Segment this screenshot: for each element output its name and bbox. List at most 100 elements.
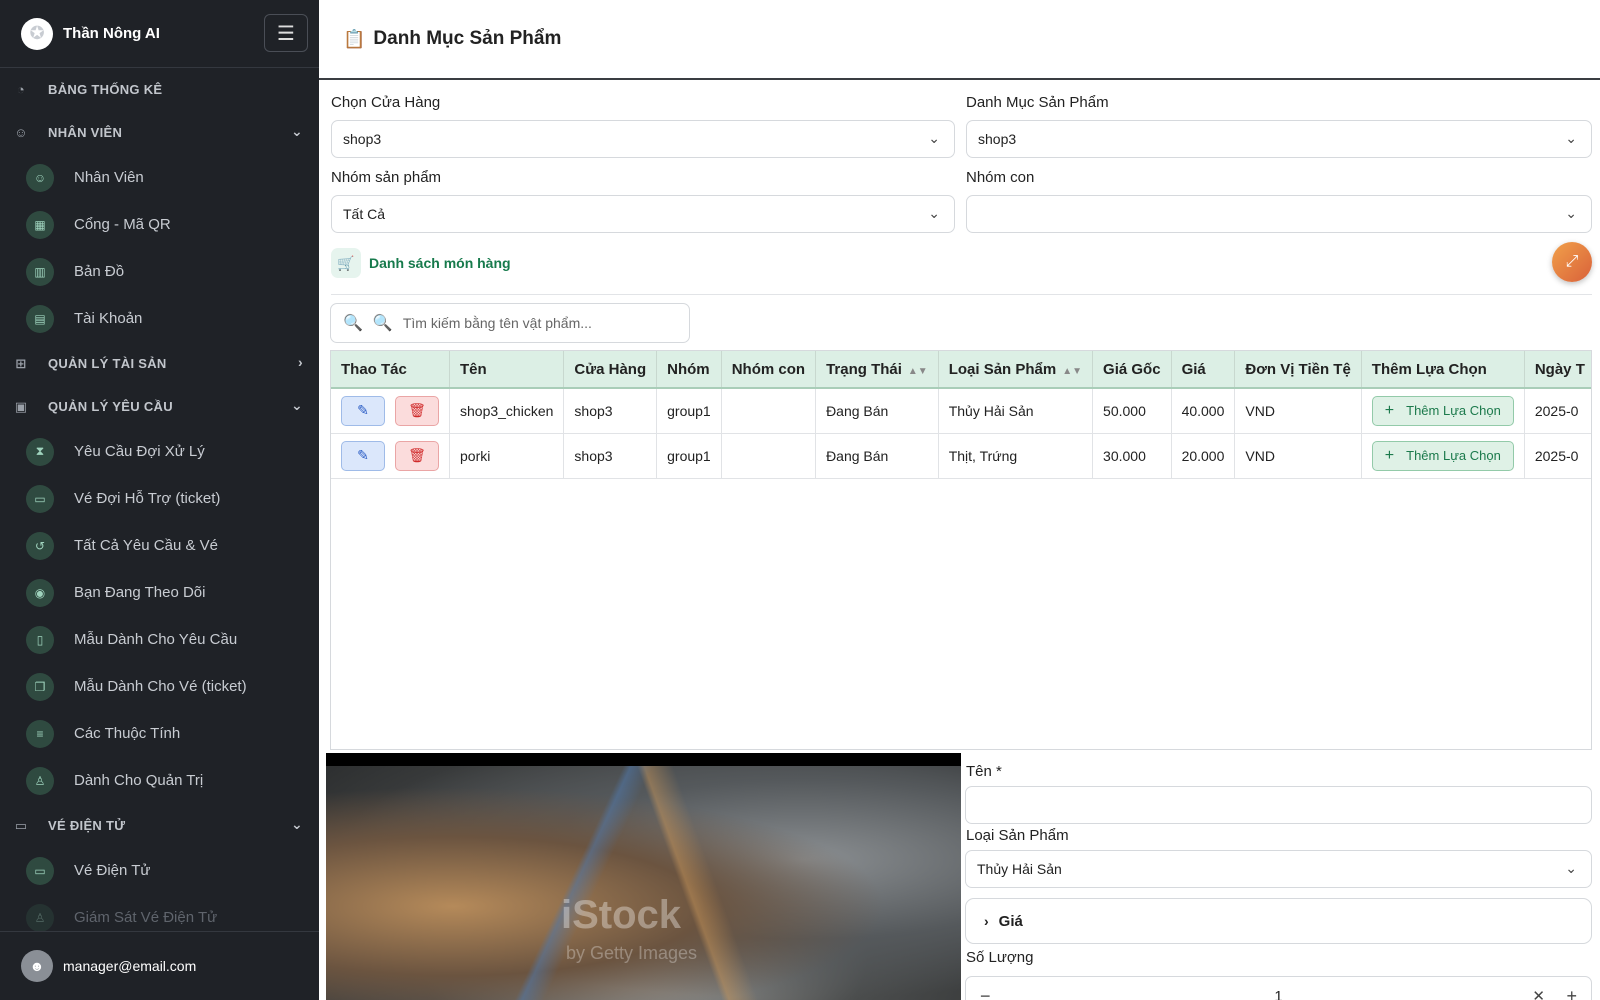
sitemap-icon: ⊞ — [15, 355, 27, 371]
sidebar-section-assets[interactable]: ⊞ QUẢN LÝ TÀI SẢN › — [0, 342, 319, 385]
edit-icon: ✎ — [357, 402, 369, 419]
col-product-type-label: Loại Sản Phẩm — [948, 360, 1057, 378]
subgroup-select[interactable]: ⌄ — [966, 195, 1592, 233]
group-select[interactable]: Tất Cả ⌄ — [331, 195, 955, 233]
search-box[interactable]: 🔍 🔍 — [330, 303, 690, 343]
col-group: Nhóm — [656, 351, 722, 389]
item-list-header: 🛒 Danh sách món hàng — [331, 248, 511, 278]
col-store: Cửa Hàng — [563, 351, 658, 389]
cell-group: group1 — [656, 388, 722, 434]
document-icon: ▯ — [26, 625, 54, 654]
sidebar-item-label: Cổng - Mã QR — [74, 216, 171, 233]
sidebar-item-pending-tickets[interactable]: ▭ Vé Đợi Hỗ Trợ (ticket) — [0, 475, 319, 522]
sidebar-item-staff[interactable]: ☺ Nhân Viên — [0, 154, 319, 201]
divider — [331, 294, 1592, 295]
table-header-row: Thao Tác Tên Cửa Hàng Nhóm Nhóm con Trạn… — [331, 351, 1591, 389]
group-select-label: Nhóm sản phẩm — [331, 169, 442, 186]
search-input[interactable] — [402, 315, 653, 331]
plus-icon[interactable]: + — [1566, 986, 1577, 1000]
category-select[interactable]: shop3 ⌄ — [966, 120, 1592, 158]
add-option-label: Thêm Lựa Chọn — [1406, 448, 1501, 463]
sidebar-item-e-ticket[interactable]: ▭ Vé Điện Tử — [0, 847, 319, 894]
delete-button[interactable]: 🗑 — [395, 395, 439, 426]
cell-add-option: + Thêm Lựa Chọn — [1361, 388, 1525, 434]
col-product-type[interactable]: Loại Sản Phẩm ▲▼ — [938, 351, 1094, 389]
history-icon: ↺ — [26, 531, 54, 560]
subgroup-select-label: Nhóm con — [966, 169, 1035, 186]
sidebar-item-pending-requests[interactable]: ⧗ Yêu Cầu Đợi Xử Lý — [0, 428, 319, 475]
sidebar-section-staff[interactable]: ☺ NHÂN VIÊN ⌄ — [0, 111, 319, 154]
sidebar-section-dashboard[interactable]: ◔ BẢNG THỐNG KÊ — [0, 68, 319, 111]
expand-button[interactable]: ⤢ — [1552, 242, 1592, 282]
user-profile[interactable]: ☻ manager@email.com — [0, 931, 319, 1000]
gauge-icon: ◔ — [16, 82, 26, 97]
store-select[interactable]: shop3 ⌄ — [331, 120, 955, 158]
sidebar-item-admin[interactable]: ♙ Dành Cho Quản Trị — [0, 757, 319, 804]
menu-toggle-button[interactable]: ☰ — [264, 14, 308, 52]
cell-price: 20.000 — [1171, 433, 1236, 479]
close-icon[interactable]: ✕ — [1532, 987, 1545, 1000]
col-date: Ngày T — [1524, 351, 1591, 389]
sidebar-item-label: Tất Cả Yêu Cầu & Vé — [74, 537, 218, 554]
trash-icon: 🗑 — [408, 447, 426, 463]
cell-date: 2025-0 — [1524, 388, 1591, 434]
chevron-down-icon: ⌄ — [928, 205, 940, 221]
sort-icon: ▲▼ — [1062, 365, 1083, 377]
col-original-price: Giá Gốc — [1092, 351, 1172, 389]
col-name: Tên — [449, 351, 565, 389]
monitor-icon: ♙ — [26, 903, 54, 931]
sidebar: ✪ Thần Nông AI ☰ ◔ BẢNG THỐNG KÊ ☺ NHÂN … — [0, 0, 319, 1000]
expand-icon: ⤢ — [1565, 253, 1579, 270]
name-field-label: Tên * — [966, 763, 1002, 780]
table-row: ✎ 🗑 porki shop3 group1 Đang Bán Thịt, Trứ… — [331, 433, 1591, 479]
sidebar-item-ticket-templates[interactable]: ❐ Mẫu Dành Cho Vé (ticket) — [0, 663, 319, 710]
edit-button[interactable]: ✎ — [341, 440, 385, 471]
col-status[interactable]: Trạng Thái ▲▼ — [815, 351, 939, 389]
chevron-down-icon: ⌄ — [928, 130, 940, 146]
ticket-icon: ▭ — [26, 484, 54, 513]
sidebar-item-map[interactable]: ▥ Bản Đồ — [0, 248, 319, 295]
brand-name: Thần Nông AI — [63, 25, 160, 42]
sidebar-item-e-ticket-monitor[interactable]: ♙ Giám Sát Vé Điện Tử — [0, 894, 319, 931]
sidebar-item-attributes[interactable]: ≡ Các Thuộc Tính — [0, 710, 319, 757]
clipboard-icon: 📋 — [343, 28, 366, 49]
sidebar-section-requests[interactable]: ▣ QUẢN LÝ YÊU CẦU ⌄ — [0, 385, 319, 428]
cell-currency: VND — [1234, 433, 1362, 479]
chevron-down-icon: ⌄ — [290, 816, 303, 832]
sidebar-section-label: BẢNG THỐNG KÊ — [48, 82, 163, 97]
cell-status: Đang Bán — [815, 433, 939, 479]
chevron-down-icon: ⌄ — [1565, 130, 1577, 146]
cell-store: shop3 — [563, 433, 658, 479]
cell-price: 40.000 — [1171, 388, 1236, 434]
delete-button[interactable]: 🗑 — [395, 440, 439, 471]
sidebar-item-request-templates[interactable]: ▯ Mẫu Dành Cho Yêu Cầu — [0, 616, 319, 663]
sidebar-item-all-requests[interactable]: ↺ Tất Cả Yêu Cầu & Vé — [0, 522, 319, 569]
quantity-stepper[interactable]: − 1 ✕ + — [965, 976, 1592, 1000]
price-accordion-label: Giá — [998, 912, 1023, 930]
add-option-button[interactable]: + Thêm Lựa Chọn — [1371, 440, 1514, 471]
sidebar-item-label: Các Thuộc Tính — [74, 725, 181, 742]
hamburger-icon: ☰ — [277, 22, 295, 45]
price-accordion[interactable]: › Giá — [965, 898, 1592, 944]
col-actions: Thao Tác — [331, 351, 450, 389]
edit-button[interactable]: ✎ — [341, 395, 385, 426]
category-select-value: shop3 — [978, 131, 1017, 147]
row-actions: ✎ 🗑 — [331, 433, 450, 479]
product-image-preview: iStock by Getty Images — [326, 753, 961, 1000]
cell-date: 2025-0 — [1524, 433, 1591, 479]
add-option-label: Thêm Lựa Chọn — [1406, 403, 1501, 419]
sidebar-section-e-tickets[interactable]: ▭ VÉ ĐIỆN TỬ ⌄ — [0, 804, 319, 847]
product-type-select[interactable]: Thủy Hải Sản ⌄ — [965, 850, 1592, 888]
hourglass-icon: ⧗ — [26, 437, 54, 466]
add-option-button[interactable]: + Thêm Lựa Chọn — [1371, 395, 1514, 426]
row-actions: ✎ 🗑 — [331, 388, 450, 434]
sidebar-item-following[interactable]: ◉ Bạn Đang Theo Dõi — [0, 569, 319, 616]
users-icon: ☺ — [14, 125, 28, 140]
ticket-icon: ▭ — [14, 817, 28, 833]
sidebar-item-qr-gate[interactable]: ▦ Cổng - Mã QR — [0, 201, 319, 248]
sidebar-section-label: QUẢN LÝ YÊU CẦU — [48, 399, 173, 414]
sidebar-item-account[interactable]: ▤ Tài Khoản — [0, 295, 319, 342]
image-watermark: iStock — [561, 893, 682, 937]
name-field[interactable] — [965, 786, 1592, 824]
cell-name: porki — [449, 433, 565, 479]
